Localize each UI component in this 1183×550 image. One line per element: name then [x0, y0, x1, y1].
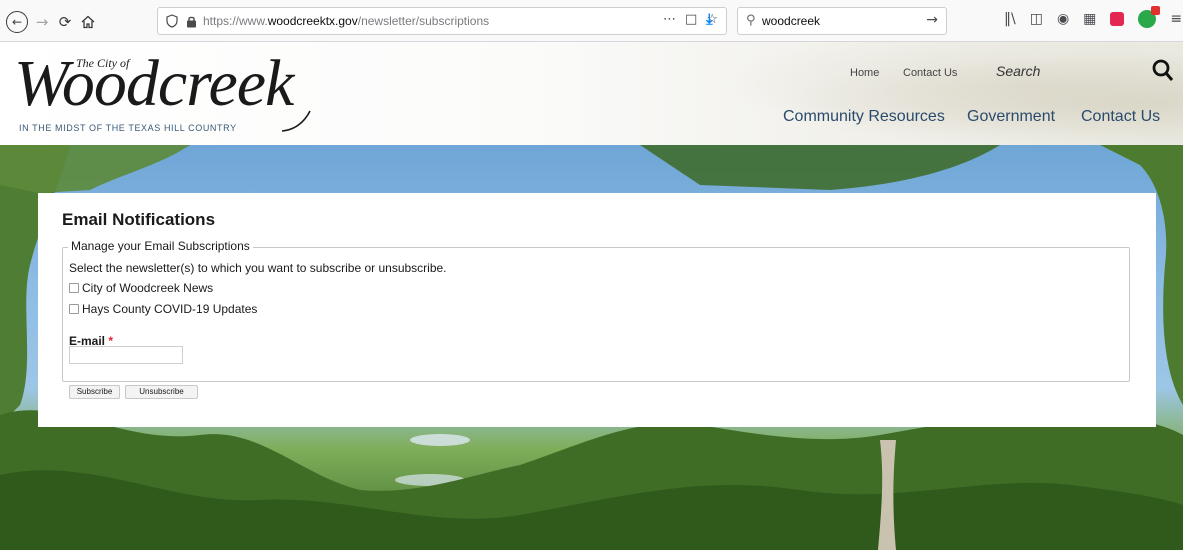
- subscribe-button[interactable]: Subscribe: [69, 385, 120, 399]
- site-logo[interactable]: Woodcreek: [14, 46, 294, 122]
- nav-community-resources[interactable]: Community Resources: [783, 108, 945, 126]
- option-label: Hays County COVID-19 Updates: [82, 302, 258, 316]
- site-search[interactable]: Search: [986, 59, 1183, 85]
- url-text[interactable]: https://www.woodcreektx.gov/newsletter/s…: [203, 14, 489, 28]
- lock-icon[interactable]: [186, 15, 197, 28]
- shield-icon[interactable]: [166, 14, 178, 28]
- header-background: [663, 42, 1183, 145]
- site-search-input[interactable]: Search: [996, 63, 1040, 79]
- extension-icons: ‖\ ◫ ◉ ▦ ≡: [1004, 6, 1182, 28]
- page-title: Email Notifications: [62, 210, 216, 229]
- browser-search-bar[interactable]: ⚲ woodcreek →: [737, 7, 947, 35]
- account-icon[interactable]: ◉: [1057, 11, 1069, 27]
- option-label: City of Woodcreek News: [82, 281, 214, 295]
- home-icon: [81, 15, 95, 29]
- checkbox-woodcreek-news[interactable]: [69, 283, 79, 293]
- site-header: Woodcreek The City of IN THE MIDST OF TH…: [0, 42, 1183, 145]
- library-icon[interactable]: ‖\: [1004, 11, 1016, 27]
- subscription-panel: Email Notifications Manage your Email Su…: [38, 193, 1156, 427]
- unsubscribe-button[interactable]: Unsubscribe: [125, 385, 198, 399]
- newsletter-option-covid[interactable]: Hays County COVID-19 Updates: [69, 302, 257, 316]
- forward-button[interactable]: →: [31, 11, 53, 33]
- search-icon: ⚲: [746, 13, 756, 28]
- back-button[interactable]: ←: [6, 11, 28, 33]
- logo-subtitle: The City of: [76, 56, 130, 70]
- fieldset-legend: Manage your Email Subscriptions: [68, 239, 253, 253]
- browser-toolbar: ← → ⟳ https://www.woodcreektx.gov/newsle…: [0, 0, 1183, 42]
- reload-button[interactable]: ⟳: [54, 11, 76, 33]
- nav-contact-us[interactable]: Contact Us: [1081, 108, 1160, 126]
- extension-badge-icon[interactable]: [1138, 6, 1161, 28]
- site-tagline: IN THE MIDST OF THE TEXAS HILL COUNTRY: [19, 123, 237, 133]
- arrow-left-icon: ←: [11, 15, 23, 29]
- extension-red-icon[interactable]: [1110, 12, 1125, 26]
- url-domain: woodcreektx.gov: [267, 14, 358, 28]
- search-icon[interactable]: [1151, 57, 1175, 83]
- contact-link[interactable]: Contact Us: [903, 67, 957, 79]
- download-icon[interactable]: ⤓: [706, 10, 713, 28]
- nav-government[interactable]: Government: [967, 108, 1055, 126]
- arrow-right-icon: →: [35, 13, 49, 31]
- checkbox-covid-updates[interactable]: [69, 304, 79, 314]
- url-path: /newsletter/subscriptions: [357, 14, 490, 28]
- email-field[interactable]: [69, 346, 183, 364]
- pocket-icon[interactable]: □: [685, 12, 697, 27]
- browser-search-value[interactable]: woodcreek: [762, 14, 820, 28]
- grid-icon[interactable]: ▦: [1083, 11, 1096, 27]
- logo-swoosh-icon: [281, 110, 311, 132]
- newsletter-option-woodcreek[interactable]: City of Woodcreek News: [69, 281, 213, 295]
- sidebar-icon[interactable]: ◫: [1030, 11, 1043, 27]
- url-bar[interactable]: https://www.woodcreektx.gov/newsletter/s…: [157, 7, 727, 35]
- url-prefix: https://www.: [203, 14, 268, 28]
- arrow-right-icon[interactable]: →: [926, 12, 938, 28]
- help-text: Select the newsletter(s) to which you wa…: [69, 261, 447, 275]
- home-link[interactable]: Home: [850, 67, 879, 79]
- more-icon[interactable]: ⋯: [663, 12, 676, 27]
- menu-icon[interactable]: ≡: [1170, 11, 1182, 27]
- reload-icon: ⟳: [58, 13, 72, 31]
- home-button[interactable]: [77, 11, 99, 33]
